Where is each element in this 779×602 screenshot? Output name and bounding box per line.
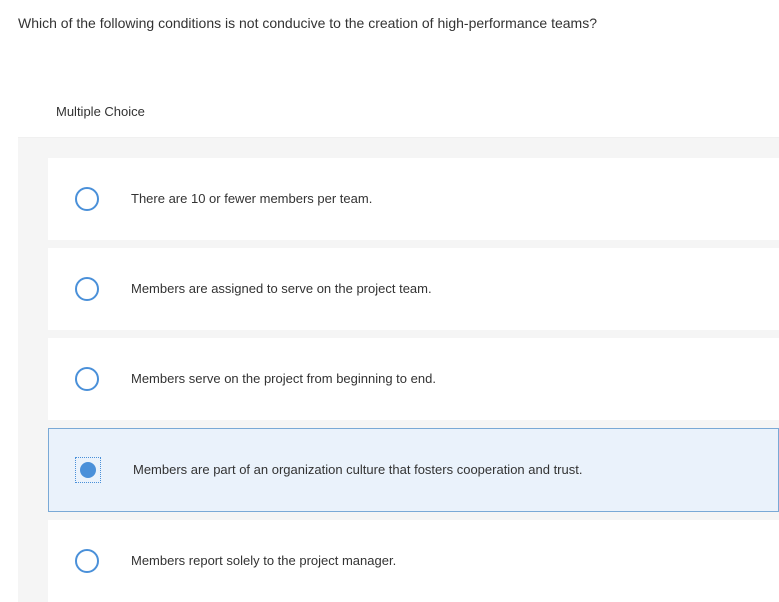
option-row[interactable]: Members are part of an organization cult… — [48, 428, 779, 512]
multiple-choice-container: Multiple Choice There are 10 or fewer me… — [18, 84, 779, 602]
radio-icon[interactable] — [75, 187, 99, 211]
option-row[interactable]: Members report solely to the project man… — [48, 520, 779, 602]
option-row[interactable]: There are 10 or fewer members per team. — [48, 158, 779, 240]
question-text: Which of the following conditions is not… — [0, 0, 779, 34]
radio-icon[interactable] — [75, 367, 99, 391]
radio-icon[interactable] — [75, 277, 99, 301]
option-label: Members serve on the project from beginn… — [131, 371, 436, 386]
radio-selected-icon[interactable] — [75, 457, 101, 483]
option-row[interactable]: Members serve on the project from beginn… — [48, 338, 779, 420]
section-label: Multiple Choice — [18, 84, 779, 138]
option-label: Members are part of an organization cult… — [133, 462, 582, 477]
option-row[interactable]: Members are assigned to serve on the pro… — [48, 248, 779, 330]
options-list: There are 10 or fewer members per team. … — [18, 138, 779, 602]
option-label: Members report solely to the project man… — [131, 553, 396, 568]
option-label: Members are assigned to serve on the pro… — [131, 281, 432, 296]
radio-icon[interactable] — [75, 549, 99, 573]
option-label: There are 10 or fewer members per team. — [131, 191, 372, 206]
